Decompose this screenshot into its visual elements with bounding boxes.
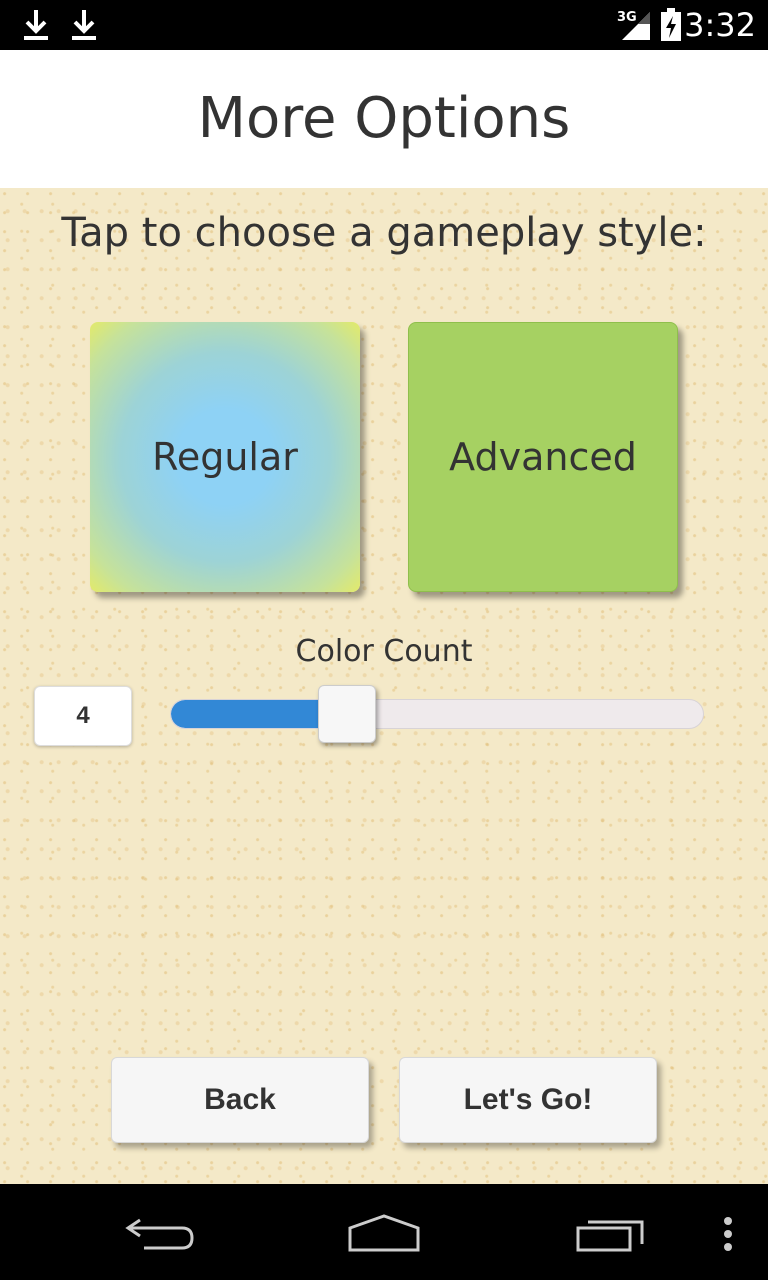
color-count-slider-track[interactable]	[170, 699, 704, 729]
regular-style-tile[interactable]: Regular	[90, 322, 360, 592]
download-icon	[22, 8, 50, 47]
app-header: More Options	[0, 50, 768, 188]
overflow-menu-icon[interactable]	[722, 1216, 734, 1257]
signal-icon	[620, 10, 652, 47]
advanced-style-label: Advanced	[449, 435, 637, 479]
lets-go-button-label: Let's Go!	[463, 1083, 593, 1116]
recent-apps-icon[interactable]	[574, 1216, 646, 1259]
lets-go-button[interactable]: Let's Go!	[399, 1057, 657, 1143]
battery-charging-icon	[660, 8, 682, 47]
advanced-style-tile[interactable]: Advanced	[408, 322, 678, 592]
status-bar: 3G 3:32	[0, 0, 768, 50]
navigation-bar	[0, 1184, 768, 1280]
color-count-value: 4	[34, 686, 132, 746]
regular-style-label: Regular	[152, 435, 298, 479]
gameplay-style-prompt: Tap to choose a gameplay style:	[61, 210, 707, 256]
color-count-slider-thumb[interactable]	[318, 685, 376, 743]
download-icon	[70, 8, 98, 47]
back-button[interactable]: Back	[111, 1057, 369, 1143]
page-title: More Options	[197, 86, 571, 151]
color-count-slider-fill	[171, 700, 326, 728]
home-nav-icon[interactable]	[346, 1212, 422, 1259]
options-panel: Tap to choose a gameplay style: Regular …	[0, 188, 768, 1184]
clock: 3:32	[684, 6, 756, 44]
back-nav-icon[interactable]	[124, 1214, 196, 1259]
color-count-label: Color Count	[295, 634, 473, 669]
back-button-label: Back	[204, 1083, 276, 1116]
